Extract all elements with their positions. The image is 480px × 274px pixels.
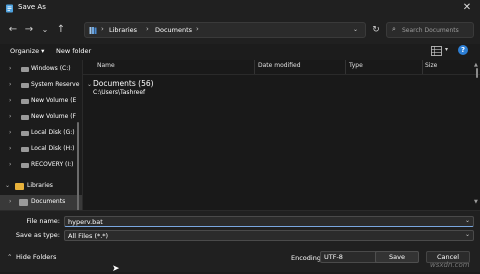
drive-icon — [21, 99, 29, 104]
file-name-label: File name: — [26, 217, 60, 225]
drive-icon — [21, 115, 29, 120]
chevron-up-icon[interactable]: ⌃ — [7, 253, 12, 261]
sidebar-item-windows-c[interactable]: › Windows (C:) — [0, 62, 82, 77]
close-button[interactable]: ✕ — [458, 1, 476, 15]
documents-folder-icon — [19, 199, 28, 206]
group-collapse-icon[interactable]: ⌄ — [87, 81, 92, 88]
sidebar-item-new-volume-e[interactable]: › New Volume (E — [0, 94, 82, 109]
title-bar: Save As ✕ — [0, 0, 480, 17]
back-button[interactable]: ← — [6, 23, 20, 37]
expand-chevron-icon[interactable]: › — [9, 113, 11, 120]
libraries-icon — [89, 27, 97, 34]
address-bar[interactable]: › Libraries › Documents › ⌄ — [84, 22, 366, 38]
up-button[interactable]: ↑ — [54, 23, 68, 37]
column-divider[interactable] — [345, 60, 346, 74]
breadcrumb-libraries[interactable]: Libraries — [109, 26, 137, 34]
save-as-type-label: Save as type: — [15, 231, 60, 239]
expand-chevron-icon[interactable]: › — [9, 97, 11, 104]
expand-chevron-icon[interactable]: › — [9, 198, 11, 205]
group-path: C:\Users\Tashreef — [93, 89, 146, 96]
sidebar-item-label: Windows (C:) — [31, 65, 71, 72]
hide-folders-button[interactable]: Hide Folders — [16, 253, 56, 261]
sidebar-item-label: Libraries — [27, 182, 53, 189]
save-as-type-select[interactable]: All Files (*.*) ⌄ — [64, 230, 474, 241]
chevron-down-icon[interactable]: ⌄ — [465, 217, 470, 224]
sidebar-item-recovery-i[interactable]: › RECOVERY (I:) — [0, 158, 82, 173]
sidebar-item-documents[interactable]: › Documents — [0, 195, 82, 210]
drive-icon — [21, 163, 29, 168]
column-divider[interactable] — [254, 60, 255, 74]
drive-icon — [21, 131, 29, 136]
chevron-down-icon[interactable]: ⌄ — [353, 26, 358, 33]
sidebar-item-label: RECOVERY (I:) — [31, 161, 74, 168]
column-divider[interactable] — [422, 60, 423, 74]
save-options-panel: File name: hyperv.bat ⌄ Save as type: Al… — [0, 210, 480, 274]
navigation-bar: ← → ⌄ ↑ › Libraries › Documents › ⌄ ↻ ⌕ — [0, 17, 480, 44]
search-icon: ⌕ — [392, 25, 396, 33]
encoding-label: Encoding: — [291, 254, 324, 262]
save-button[interactable]: Save — [375, 251, 419, 263]
forward-button[interactable]: → — [22, 23, 36, 37]
view-dropdown-icon[interactable]: ▾ — [445, 46, 448, 53]
refresh-button[interactable]: ↻ — [369, 22, 383, 38]
navigation-scrollbar[interactable] — [77, 122, 79, 210]
search-input[interactable] — [402, 24, 470, 36]
drive-icon — [21, 83, 29, 88]
chevron-down-icon[interactable]: ⌄ — [465, 231, 470, 238]
group-header[interactable]: Documents (56) — [93, 79, 154, 88]
libraries-folder-icon — [15, 183, 24, 190]
expand-chevron-icon[interactable]: › — [9, 129, 11, 136]
sidebar-item-label: New Volume (F — [31, 113, 77, 120]
breadcrumb-separator-icon: › — [146, 25, 149, 33]
encoding-value: UTF-8 — [324, 253, 343, 261]
collapse-chevron-icon[interactable]: ⌄ — [5, 182, 10, 189]
drive-icon — [21, 147, 29, 152]
breadcrumb-documents[interactable]: Documents — [155, 26, 192, 34]
breadcrumb-separator-icon: › — [196, 25, 199, 33]
sidebar-item-libraries[interactable]: ⌄ Libraries — [0, 179, 82, 194]
help-icon[interactable]: ? — [458, 45, 468, 55]
column-header-type[interactable]: Type — [349, 62, 363, 69]
recent-locations-button[interactable]: ⌄ — [38, 23, 52, 37]
expand-chevron-icon[interactable]: › — [9, 65, 11, 72]
expand-chevron-icon[interactable]: › — [9, 161, 11, 168]
column-header-date-modified[interactable]: Date modified — [258, 62, 301, 69]
sidebar-item-new-volume-f[interactable]: › New Volume (F — [0, 110, 82, 125]
navigation-pane: › Windows (C:) › System Reserve › New Vo… — [0, 60, 82, 210]
notepad-icon — [6, 4, 13, 13]
file-list-scrollbar[interactable] — [476, 68, 478, 78]
window-title: Save As — [18, 3, 46, 11]
search-box[interactable]: ⌕ — [386, 22, 474, 38]
sidebar-item-system-reserved[interactable]: › System Reserve — [0, 78, 82, 93]
expand-chevron-icon[interactable]: › — [9, 81, 11, 88]
column-header-size[interactable]: Size — [425, 62, 437, 69]
watermark: wsxdn.com — [430, 261, 470, 269]
organize-button[interactable]: Organize ▾ — [10, 47, 44, 55]
new-folder-button[interactable]: New folder — [56, 47, 91, 55]
mouse-cursor-icon: ➤ — [112, 264, 120, 274]
sidebar-item-local-disk-g[interactable]: › Local Disk (G:) — [0, 126, 82, 141]
file-name-value[interactable]: hyperv.bat — [68, 218, 103, 226]
column-header-name[interactable]: Name — [97, 62, 115, 69]
toolbar: Organize ▾ New folder ▾ ? — [0, 44, 480, 60]
save-as-type-value: All Files (*.*) — [68, 232, 109, 240]
sidebar-item-label: System Reserve — [31, 81, 80, 88]
file-list-pane: Name Date modified Type Size ⌄ Documents… — [82, 60, 480, 210]
header-divider — [83, 74, 480, 75]
file-name-field[interactable]: hyperv.bat ⌄ — [64, 216, 474, 227]
drive-icon — [21, 67, 29, 72]
sidebar-item-label: New Volume (E — [31, 97, 77, 104]
sidebar-item-label: Documents — [31, 198, 66, 205]
sidebar-item-label: Local Disk (H:) — [31, 145, 75, 152]
scroll-down-icon[interactable]: ▼ — [474, 199, 478, 205]
sidebar-item-label: Local Disk (G:) — [31, 129, 75, 136]
expand-chevron-icon[interactable]: › — [9, 145, 11, 152]
sidebar-item-local-disk-h[interactable]: › Local Disk (H:) — [0, 142, 82, 157]
breadcrumb-separator-icon: › — [101, 25, 104, 33]
view-options-icon[interactable] — [431, 46, 442, 56]
